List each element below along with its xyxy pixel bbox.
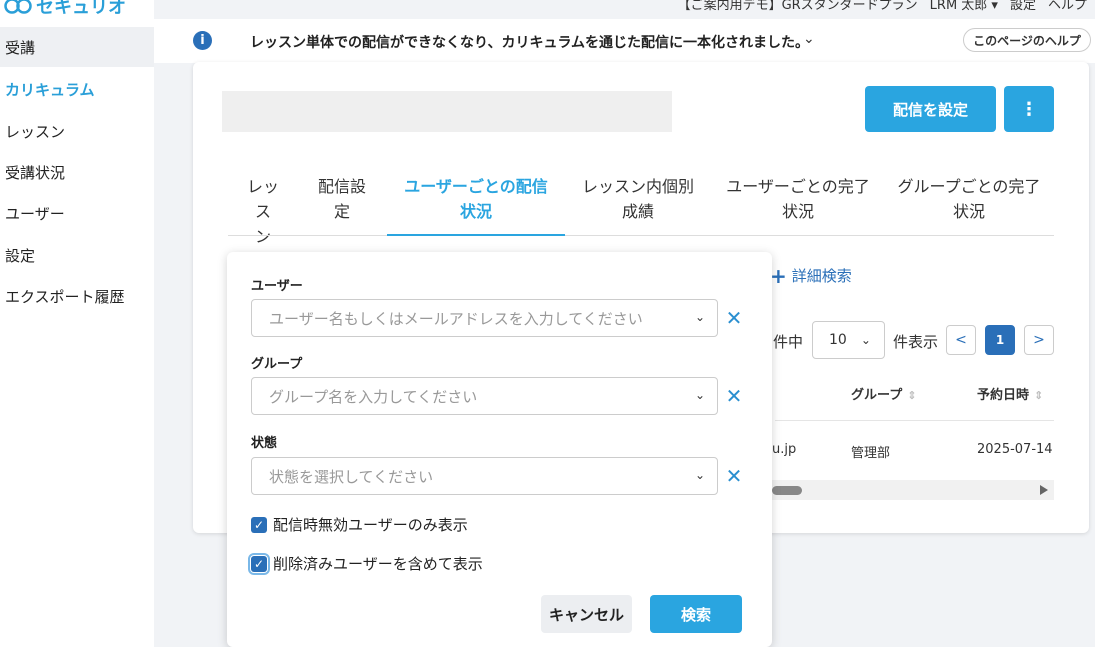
group-field-label: グループ [251, 357, 303, 372]
scroll-right-icon[interactable] [1040, 485, 1048, 495]
checkbox-checked-icon[interactable]: ✓ [248, 552, 270, 575]
per-page-value: 10 [829, 332, 847, 348]
more-menu-button[interactable]: ⋮ [1004, 86, 1054, 132]
top-bar: 【ご案内用デモ】GRスタンダードプラン LRM 太郎 ▾ 設定 ヘルプ [154, 0, 1095, 19]
column-header-reserved-at[interactable]: 予約日時 ⇕ [977, 384, 1043, 403]
tab-group-completion[interactable]: グループごとの完了 状況 [895, 174, 1043, 224]
sidebar-item-lesson[interactable]: レッスン [5, 121, 65, 142]
chevron-down-icon: ⌄ [694, 310, 705, 324]
group-select-placeholder: グループ名を入力してください [269, 387, 478, 406]
per-page-label: 件表示 [893, 333, 939, 351]
scrollbar-thumb[interactable] [772, 486, 802, 495]
sidebar: セキュリオ 受講 カリキュラム レッスン 受講状況 ユーザー 設定 エクスポート… [0, 0, 154, 647]
horizontal-scrollbar[interactable] [772, 480, 1054, 500]
sidebar-item-export-history[interactable]: エクスポート履歴 [5, 286, 125, 307]
checkbox-checked-icon[interactable]: ✓ [251, 516, 267, 533]
plus-icon: + [770, 264, 787, 288]
cancel-button[interactable]: キャンセル [541, 595, 632, 633]
help-link[interactable]: ヘルプ [1048, 0, 1087, 13]
settings-link[interactable]: 設定 [1010, 0, 1036, 13]
per-page-select[interactable]: 10 ⌄ [812, 321, 885, 359]
info-icon: i [193, 31, 212, 50]
sort-icon: ⇕ [1034, 389, 1044, 402]
status-field-label: 状態 [251, 436, 278, 451]
logo-icon [4, 0, 32, 14]
checkbox-label: 配信時無効ユーザーのみ表示 [273, 516, 468, 534]
tab-user-delivery-status[interactable]: ユーザーごとの配信 状況 [387, 174, 565, 224]
clear-group-icon[interactable]: ✕ [724, 386, 744, 406]
page-title-placeholder [222, 91, 672, 132]
column-label: グループ [851, 388, 903, 403]
tabs-divider [228, 235, 1054, 236]
table-divider [775, 420, 1054, 421]
advanced-search-link[interactable]: + 詳細検索 [770, 264, 852, 288]
clear-status-icon[interactable]: ✕ [724, 466, 744, 486]
sidebar-item-settings[interactable]: 設定 [5, 245, 35, 266]
tab-user-completion[interactable]: ユーザーごとの完了 状況 [725, 174, 871, 224]
active-tab-indicator [387, 234, 565, 236]
advanced-search-label: 詳細検索 [791, 267, 852, 285]
tab-lesson[interactable]: レッス ン [240, 174, 286, 249]
next-page-button[interactable]: > [1024, 325, 1054, 355]
result-count-label: 件中 [773, 333, 804, 351]
table-cell-email: u.jp [772, 442, 797, 457]
chevron-down-icon[interactable]: ⌄ [803, 31, 815, 47]
user-field-label: ユーザー [251, 279, 303, 294]
chevron-down-icon: ⌄ [694, 388, 705, 402]
sidebar-item-progress[interactable]: 受講状況 [5, 162, 65, 183]
user-select-placeholder: ユーザー名もしくはメールアドレスを入力してください [269, 309, 643, 328]
chevron-down-icon: ⌄ [694, 468, 705, 482]
column-label: 予約日時 [977, 388, 1030, 403]
sort-icon: ⇕ [907, 389, 917, 402]
group-select[interactable]: グループ名を入力してください ⌄ [251, 377, 718, 415]
table-cell-reserved: 2025-07-14 0 [977, 442, 1054, 457]
clear-user-icon[interactable]: ✕ [724, 308, 744, 328]
prev-page-button[interactable]: < [946, 325, 976, 355]
plan-name: 【ご案内用デモ】GRスタンダードプラン [677, 0, 918, 13]
app-logo[interactable]: セキュリオ [4, 0, 126, 20]
status-select[interactable]: 状態を選択してください ⌄ [251, 457, 718, 495]
table-cell-group: 管理部 [851, 446, 891, 461]
sidebar-item-attend[interactable]: 受講 [5, 37, 35, 58]
search-button[interactable]: 検索 [650, 595, 742, 633]
tab-delivery-settings[interactable]: 配信設 定 [312, 174, 372, 224]
status-select-placeholder: 状態を選択してください [269, 467, 434, 486]
checkbox-label: 削除済みユーザーを含めて表示 [273, 555, 483, 573]
chevron-down-icon: ⌄ [860, 333, 871, 347]
sidebar-item-users[interactable]: ユーザー [5, 203, 65, 224]
user-menu[interactable]: LRM 太郎 ▾ [930, 0, 998, 13]
notice-text: レッスン単体での配信ができなくなり、カリキュラムを通じた配信に一本化されました。 [250, 35, 810, 51]
include-deleted-users-option[interactable]: ✓ 削除済みユーザーを含めて表示 [248, 552, 483, 575]
page-help-button[interactable]: このページのヘルプ [963, 28, 1091, 52]
user-select[interactable]: ユーザー名もしくはメールアドレスを入力してください ⌄ [251, 299, 718, 337]
page-1-button[interactable]: 1 [985, 325, 1015, 355]
logo-text: セキュリオ [36, 0, 126, 18]
inactive-users-only-option[interactable]: ✓ 配信時無効ユーザーのみ表示 [251, 514, 468, 535]
tab-lesson-scores[interactable]: レッスン内個別 成績 [578, 174, 698, 224]
configure-delivery-button[interactable]: 配信を設定 [865, 86, 996, 132]
column-header-group[interactable]: グループ ⇕ [851, 384, 916, 403]
sidebar-item-curriculum[interactable]: カリキュラム [5, 79, 95, 100]
